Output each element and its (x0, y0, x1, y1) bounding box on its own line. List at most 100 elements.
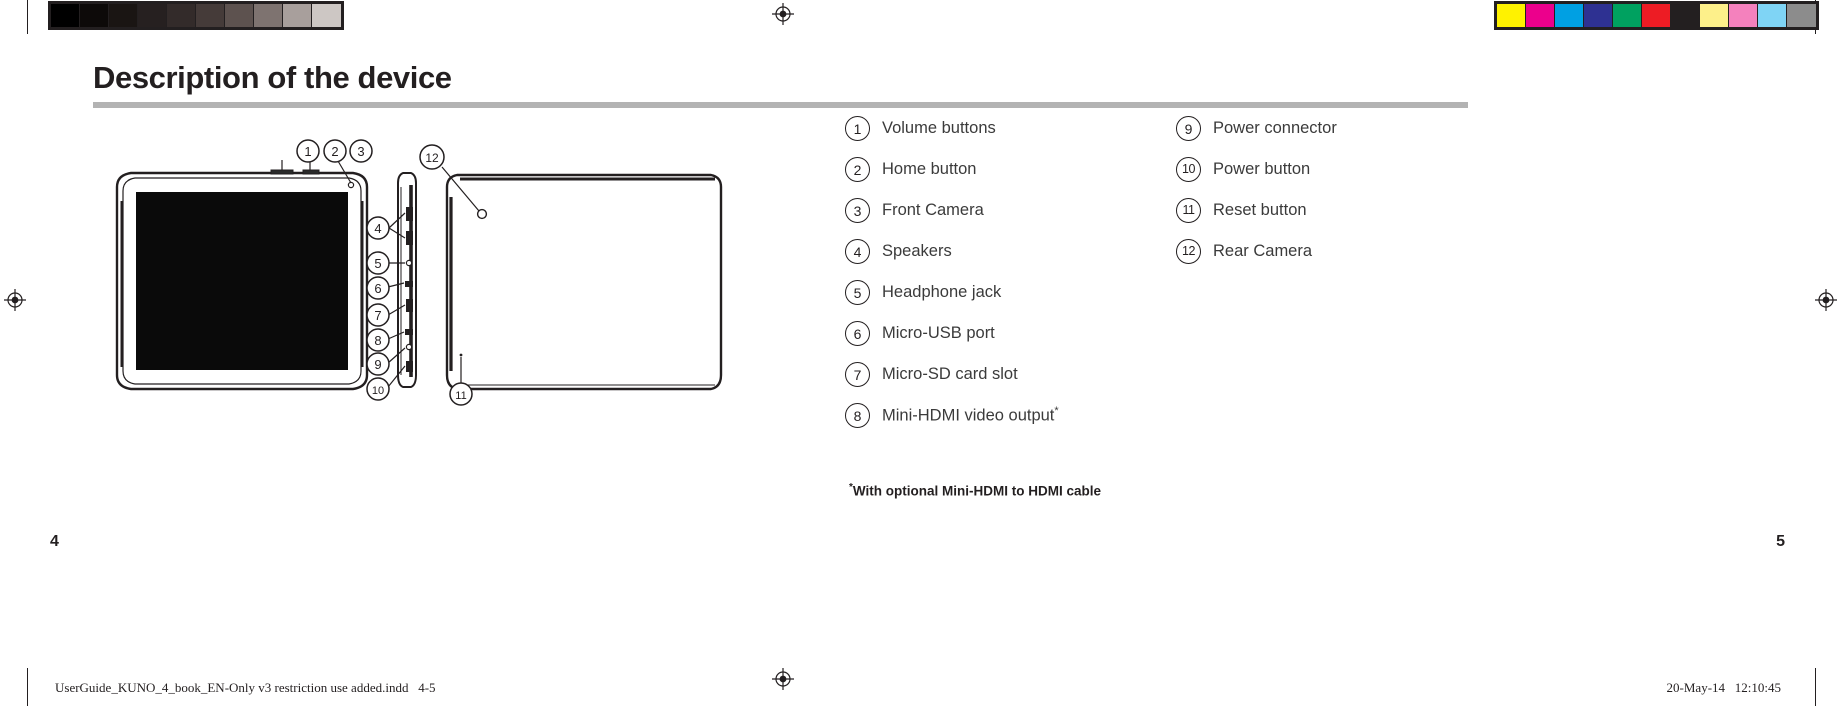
callout-5: 5 (366, 251, 390, 275)
svg-text:6: 6 (374, 281, 381, 296)
registration-mark-top (772, 3, 794, 25)
legend-item-label: Power connector (1213, 119, 1337, 138)
footnote: *With optional Mini-HDMI to HDMI cable (849, 482, 1101, 499)
legend-item-text: Volume buttons (882, 119, 996, 137)
legend-item-label: Micro-USB port (882, 324, 995, 343)
heading-divider (93, 101, 1468, 108)
gray-swatch-9 (283, 4, 312, 27)
svg-text:9: 9 (374, 357, 381, 372)
legend-item-7: 7 Micro-SD card slot (845, 354, 1059, 395)
page-number-right: 5 (1776, 533, 1785, 550)
footer-rule-left (27, 668, 28, 706)
legend-item-label: Rear Camera (1213, 242, 1312, 261)
color-swatch-10 (1758, 4, 1787, 27)
legend-number-badge: 1 (845, 116, 870, 141)
legend-item-label: Home button (882, 160, 976, 179)
legend-number-badge: 2 (845, 157, 870, 182)
svg-text:1: 1 (304, 144, 311, 159)
callout-2: 2 (323, 139, 347, 163)
callout-11: 11 (449, 382, 473, 406)
color-swatch-2 (1526, 4, 1555, 27)
callout-12: 12 (419, 144, 445, 170)
color-swatch-4 (1584, 4, 1613, 27)
legend-footnote-marker: * (1054, 405, 1059, 418)
device-illustration-svg: 1 2 3 4 5 6 7 8 9 10 11 12 (115, 139, 723, 406)
legend-item-label: Reset button (1213, 201, 1307, 220)
legend-item-12: 12 Rear Camera (1176, 231, 1337, 272)
legend-number-badge: 11 (1176, 198, 1201, 223)
gray-swatch-5 (167, 4, 196, 27)
legend-item-text: Speakers (882, 242, 952, 260)
color-swatch-5 (1613, 4, 1642, 27)
legend-item-text: Rear Camera (1213, 242, 1313, 260)
svg-text:12: 12 (425, 151, 439, 165)
legend-item-label: Headphone jack (882, 283, 1001, 302)
legend-item-label: Speakers (882, 242, 952, 261)
page-number-left: 4 (50, 533, 59, 550)
svg-text:8: 8 (374, 333, 381, 348)
document-page: Description of the device 1 2 3 4 5 6 7 … (0, 0, 1841, 708)
legend-item-4: 4 Speakers (845, 231, 1059, 272)
gray-swatch-8 (254, 4, 283, 27)
color-calibration-strip (1494, 1, 1819, 30)
legend-number-badge: 6 (845, 321, 870, 346)
svg-text:10: 10 (372, 385, 384, 397)
legend-item-text: Front Camera (882, 201, 984, 219)
page-heading-block: Description of the device (93, 60, 1468, 108)
gray-swatch-2 (80, 4, 109, 27)
legend-item-10: 10 Power button (1176, 149, 1337, 190)
legend-item-text: Power connector (1213, 119, 1337, 137)
callout-1: 1 (296, 139, 320, 163)
legend-column-left: 1 Volume buttons 2 Home button 3 Front Camera… (845, 108, 1059, 436)
color-swatch-7 (1671, 4, 1700, 27)
legend-number-badge: 12 (1176, 239, 1201, 264)
svg-text:3: 3 (357, 144, 364, 159)
legend-item-text: Power button (1213, 160, 1311, 178)
svg-text:11: 11 (455, 390, 466, 402)
crop-mark-top-left (27, 0, 28, 34)
side-view (387, 172, 417, 388)
legend-item-label: Front Camera (882, 201, 984, 220)
gray-swatch-10 (312, 4, 341, 27)
legend-number-badge: 10 (1176, 157, 1201, 182)
legend-item-text: Home button (882, 160, 977, 178)
registration-mark-left (4, 289, 26, 311)
svg-text:7: 7 (374, 308, 381, 323)
legend-item-8: 8 Mini-HDMI video output* (845, 395, 1059, 436)
legend-item-text: Mini-HDMI video output (882, 406, 1055, 425)
gray-swatch-4 (138, 4, 167, 27)
gray-swatch-6 (196, 4, 225, 27)
color-swatch-3 (1555, 4, 1584, 27)
footer-rule-right (1815, 668, 1816, 706)
gray-swatch-3 (109, 4, 138, 27)
color-swatch-6 (1642, 4, 1671, 27)
legend-item-5: 5 Headphone jack (845, 272, 1059, 313)
color-swatch-8 (1700, 4, 1729, 27)
legend-number-badge: 8 (845, 403, 870, 428)
front-view (115, 160, 369, 391)
svg-text:2: 2 (331, 144, 338, 159)
grayscale-calibration-strip (48, 1, 344, 30)
legend-item-text: Headphone jack (882, 283, 1002, 301)
device-illustration: 1 2 3 4 5 6 7 8 9 10 11 12 (95, 135, 795, 425)
color-swatch-9 (1729, 4, 1758, 27)
svg-text:5: 5 (374, 256, 381, 271)
legend-item-label: Volume buttons (882, 119, 996, 138)
legend-item-6: 6 Micro-USB port (845, 313, 1059, 354)
legend-item-1: 1 Volume buttons (845, 108, 1059, 149)
legend-item-label: Power button (1213, 160, 1310, 179)
callout-6: 6 (366, 276, 390, 300)
legend-number-badge: 4 (845, 239, 870, 264)
legend-item-label: Mini-HDMI video output* (882, 405, 1059, 426)
page-title: Description of the device (93, 60, 452, 95)
rear-view (441, 166, 723, 391)
legend-item-label: Micro-SD card slot (882, 365, 1018, 384)
gray-swatch-1 (51, 4, 80, 27)
svg-text:4: 4 (374, 221, 381, 236)
legend-number-badge: 9 (1176, 116, 1201, 141)
footer-filename: UserGuide_KUNO_4_book_EN-Only v3 restric… (55, 680, 436, 695)
callout-4: 4 (366, 216, 390, 240)
footnote-text: With optional Mini-HDMI to HDMI cable (852, 483, 1102, 499)
callout-7: 7 (366, 303, 390, 327)
legend-number-badge: 7 (845, 362, 870, 387)
